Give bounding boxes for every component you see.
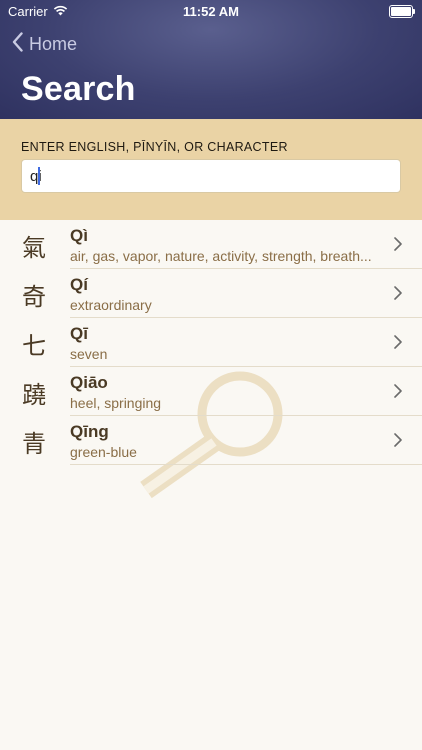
- result-pinyin: Qīng: [70, 422, 109, 441]
- result-pinyin: Qì: [70, 226, 88, 245]
- result-character: 氣: [22, 234, 46, 262]
- text-caret: [38, 167, 40, 185]
- result-meaning: seven: [70, 346, 108, 362]
- chevron-right-icon: [394, 433, 402, 452]
- result-meaning: heel, springing: [70, 395, 162, 411]
- results-list: 氣 Qì air, gas, vapor, nature, activity, …: [0, 220, 422, 465]
- result-meaning: air, gas, vapor, nature, activity, stren…: [70, 248, 372, 264]
- chevron-right-icon: [394, 286, 402, 305]
- result-character: 七: [22, 332, 46, 360]
- status-bar: Carrier 11:52 AM: [0, 0, 422, 22]
- back-chevron-icon: [12, 32, 23, 57]
- result-pinyin: Qiāo: [70, 373, 108, 392]
- result-meaning: extraordinary: [70, 297, 152, 313]
- result-character: 蹺: [22, 381, 46, 409]
- navigation-header: Carrier 11:52 AM Home Search: [0, 0, 422, 119]
- back-button[interactable]: Home: [12, 32, 77, 57]
- chevron-right-icon: [394, 335, 402, 354]
- result-meaning: green-blue: [70, 444, 137, 460]
- chevron-right-icon: [394, 237, 402, 256]
- result-character: 奇: [22, 283, 46, 311]
- search-panel: ENTER ENGLISH, PĪNYĪN, OR CHARACTER: [0, 119, 422, 220]
- list-item[interactable]: 奇 Qí extraordinary: [0, 269, 422, 318]
- list-item[interactable]: 青 Qīng green-blue: [0, 416, 422, 465]
- result-pinyin: Qī: [70, 324, 88, 343]
- search-input[interactable]: [21, 159, 401, 193]
- row-divider: [70, 464, 422, 465]
- result-character: 青: [22, 430, 46, 458]
- list-item[interactable]: 蹺 Qiāo heel, springing: [0, 367, 422, 416]
- status-time: 11:52 AM: [183, 4, 239, 19]
- page-title: Search: [21, 70, 136, 108]
- list-item[interactable]: 七 Qī seven: [0, 318, 422, 367]
- result-pinyin: Qí: [70, 275, 88, 294]
- search-label: ENTER ENGLISH, PĪNYĪN, OR CHARACTER: [21, 140, 288, 154]
- battery-icon: [389, 5, 415, 18]
- list-item[interactable]: 氣 Qì air, gas, vapor, nature, activity, …: [0, 220, 422, 269]
- chevron-right-icon: [394, 384, 402, 403]
- back-button-label: Home: [29, 34, 78, 54]
